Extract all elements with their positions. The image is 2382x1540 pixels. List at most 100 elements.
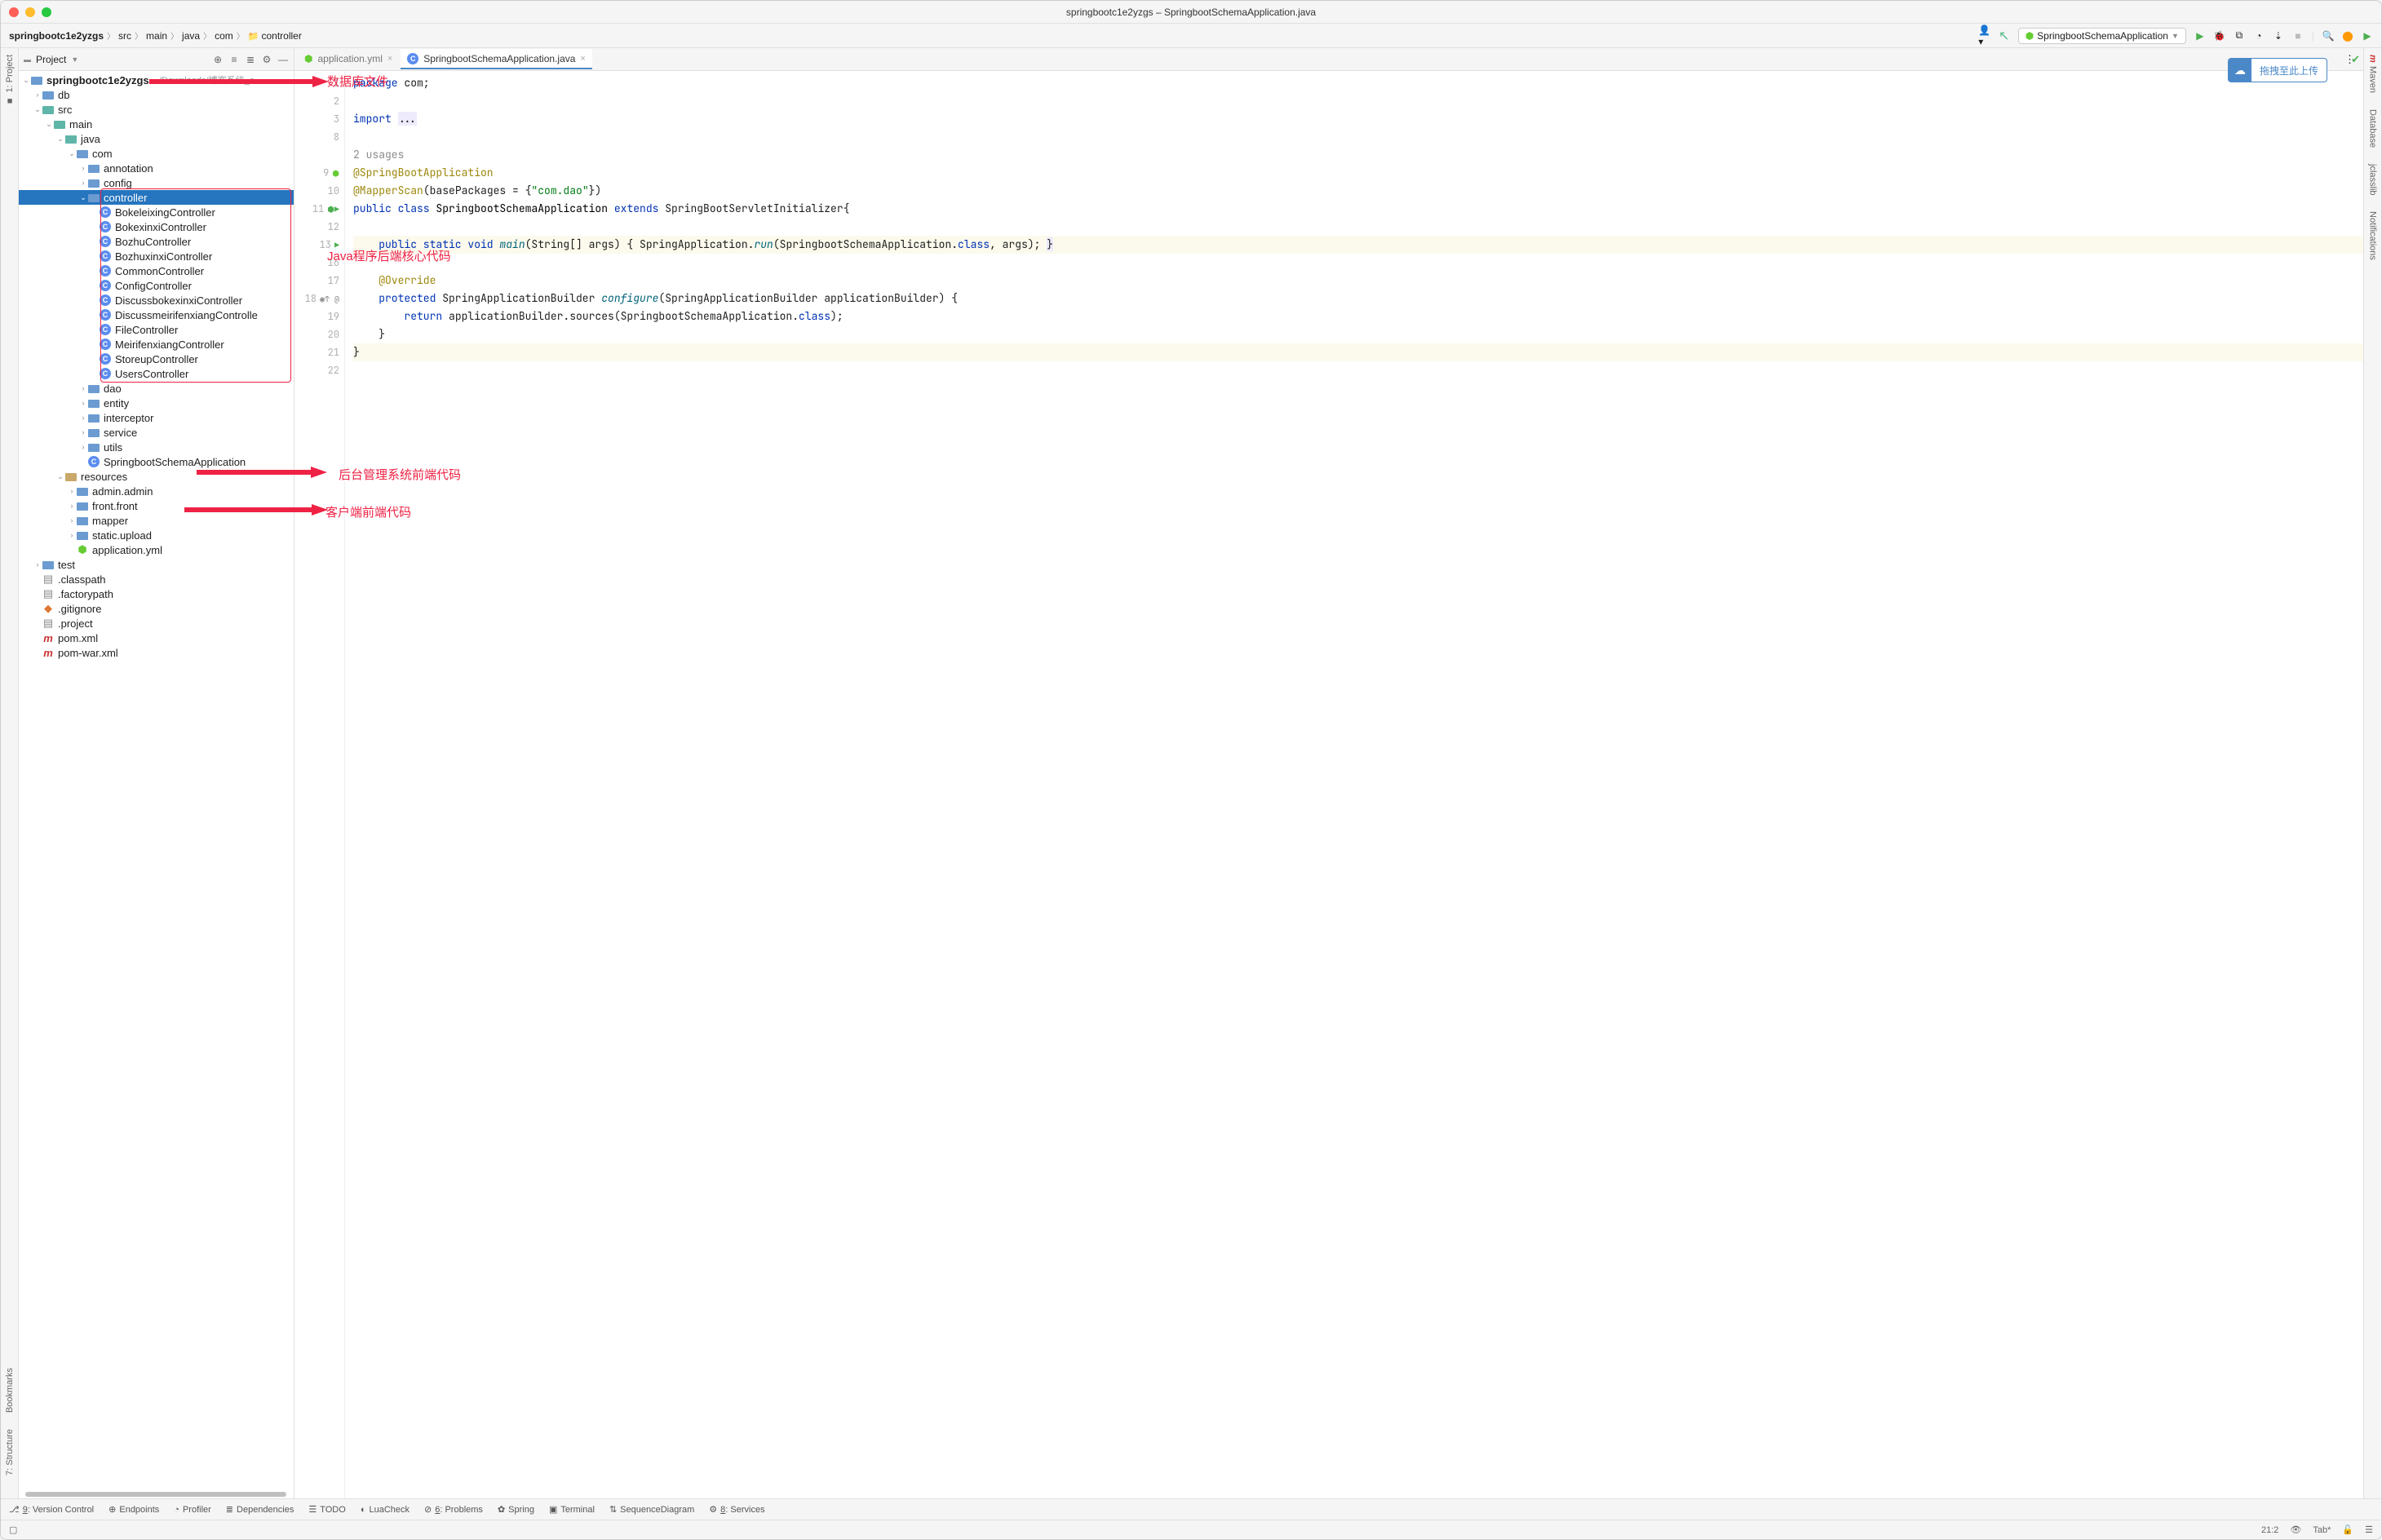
tree-row[interactable]: ⌄resources [19,469,294,484]
coverage-icon[interactable]: ⧉ [2234,30,2245,42]
bottom-tool-prob[interactable]: ⊘6: Problems [424,1504,483,1515]
tree-row[interactable]: CCommonController [19,263,294,278]
stop-icon[interactable]: ■ [2292,30,2304,42]
play2-icon[interactable]: ▶ [2362,30,2373,42]
tree-row[interactable]: ⌄com [19,146,294,161]
tree-row[interactable]: ▤.factorypath [19,586,294,601]
tree-row[interactable]: ▤.classpath [19,572,294,586]
code-line[interactable]: @MapperScan(basePackages = {"com.dao"}) [353,182,2363,200]
tool-structure[interactable]: 7: Structure [5,1429,15,1476]
tree-row[interactable]: CBokeleixingController [19,205,294,219]
tree-row[interactable]: CStoreupController [19,352,294,366]
bottom-tool-ep[interactable]: ⊕Endpoints [108,1504,159,1515]
profile-icon[interactable]: ◔ [2253,30,2265,42]
breadcrumb-item[interactable]: main [146,30,167,42]
tree-row[interactable]: CDiscussmeirifenxiangControlle [19,308,294,322]
tree-row[interactable]: ›front.front [19,498,294,513]
caret-position[interactable]: 21:2 [2261,1525,2278,1535]
tool-notifications[interactable]: Notifications [2368,211,2378,260]
code-line[interactable]: public static void main(String[] args) {… [353,236,2363,254]
tree-row[interactable]: CBokexinxiController [19,219,294,234]
tree-row[interactable]: ›test [19,557,294,572]
bottom-tool-svc[interactable]: ⚙8: Services [709,1504,764,1515]
tree-row[interactable]: CDiscussbokexinxiController [19,293,294,308]
tree-row[interactable]: ⌄springbootc1e2yzgs~/Downloads/博客系统_c [19,73,294,87]
tool-maven[interactable]: mMaven [2368,55,2378,93]
code-line[interactable]: public class SpringbootSchemaApplication… [353,200,2363,218]
breadcrumb-item[interactable]: java [182,30,200,42]
tree-row[interactable]: ⌄java [19,131,294,146]
collapse-icon[interactable]: ≣ [245,54,256,65]
bottom-tool-vcs[interactable]: ⎇9: Version Control [9,1504,94,1515]
analysis-ok-icon[interactable]: ✔ [2351,53,2360,66]
code-line[interactable] [353,254,2363,272]
breadcrumb-item[interactable]: 📁 controller [248,30,302,42]
close-window-button[interactable] [9,7,19,17]
tree-row[interactable]: mpom-war.xml [19,645,294,660]
tree-row[interactable]: ›admin.admin [19,484,294,498]
breadcrumb-item[interactable]: springbootc1e2yzgs [9,30,104,42]
run-icon[interactable]: ▶ [2194,30,2206,42]
tool-project[interactable]: ■1: Project [5,55,15,105]
breadcrumb-item[interactable]: com [215,30,233,42]
tree-row[interactable]: mpom.xml [19,631,294,645]
tree-row[interactable]: ›config [19,175,294,190]
inspect-icon[interactable]: ☰ [2365,1525,2373,1535]
tree-row[interactable]: ◆.gitignore [19,601,294,616]
code-line[interactable]: import ... [353,110,2363,128]
tree-row[interactable]: ›mapper [19,513,294,528]
project-panel-label[interactable]: Project [36,54,66,65]
code-line[interactable]: @Override [353,272,2363,290]
code-line[interactable] [353,361,2363,379]
tree-row[interactable]: CBozhuxinxiController [19,249,294,263]
code-line[interactable] [353,92,2363,110]
lock-icon[interactable]: 🔓 [2342,1525,2353,1535]
code-line[interactable] [353,128,2363,146]
bottom-tool-prof[interactable]: ◔Profiler [174,1505,211,1515]
tree-row[interactable]: ⌄src [19,102,294,117]
code-line[interactable]: @SpringBootApplication [353,164,2363,182]
close-tab-icon[interactable]: × [580,54,585,64]
bottom-tool-spring[interactable]: ✿Spring [498,1504,534,1515]
run-config-select[interactable]: ⬢ SpringbootSchemaApplication ▼ [2018,28,2186,44]
status-icon[interactable]: ▢ [9,1525,17,1535]
tree-row[interactable]: ›db [19,87,294,102]
tree-row[interactable]: ›static.upload [19,528,294,542]
attach-icon[interactable]: ⇣ [2273,30,2284,42]
zoom-window-button[interactable] [42,7,51,17]
code-editor[interactable]: 12389⬢1011⬢▶1213▶161718◉↑ @19202122 pack… [294,71,2363,1498]
bottom-tool-lua[interactable]: ◐LuaCheck [361,1505,410,1515]
tool-database[interactable]: Database [2368,109,2378,148]
code-line[interactable] [353,218,2363,236]
tree-row[interactable]: CMeirifenxiangController [19,337,294,352]
code-line[interactable]: 2 usages [353,146,2363,164]
tree-row[interactable]: ›entity [19,396,294,410]
tree-row[interactable]: ›utils [19,440,294,454]
user-icon[interactable]: 👤▾ [1979,30,1990,42]
close-tab-icon[interactable]: × [387,54,392,64]
code-line[interactable]: return applicationBuilder.sources(Spring… [353,308,2363,325]
tree-row[interactable]: ▤.project [19,616,294,631]
code-line[interactable]: } [353,343,2363,361]
tree-row[interactable]: CFileController [19,322,294,337]
tool-jclasslib[interactable]: jclasslib [2368,164,2378,196]
tool-bookmarks[interactable]: Bookmarks [5,1368,15,1413]
editor-tab[interactable]: CSpringbootSchemaApplication.java× [401,49,592,69]
locate-icon[interactable]: ⊕ [212,54,224,65]
search-icon[interactable]: 🔍 [2322,30,2334,42]
minimize-window-button[interactable] [25,7,35,17]
settings-icon[interactable]: ⚙ [261,54,272,65]
tree-row[interactable]: ›dao [19,381,294,396]
bottom-tool-seq[interactable]: ⇅SequenceDiagram [609,1504,694,1515]
bottom-tool-dep[interactable]: ≣Dependencies [226,1504,294,1515]
tree-row[interactable]: ›annotation [19,161,294,175]
tree-row[interactable]: CUsersController [19,366,294,381]
code-line[interactable]: } [353,325,2363,343]
bottom-tool-todo[interactable]: ☰TODO [308,1504,345,1515]
back-icon[interactable]: ↖ [1999,30,2010,42]
debug-icon[interactable]: 🐞 [2214,30,2225,42]
project-tree[interactable]: ⌄springbootc1e2yzgs~/Downloads/博客系统_c›db… [19,71,294,1498]
tree-row[interactable]: ⌄main [19,117,294,131]
expand-icon[interactable]: ≡ [228,54,240,65]
horizontal-scrollbar[interactable] [25,1492,286,1497]
